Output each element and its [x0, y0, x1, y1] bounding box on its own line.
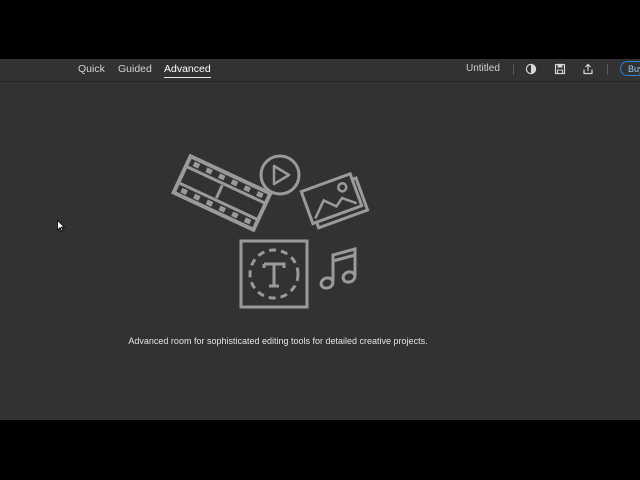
mouse-cursor-icon [57, 220, 65, 232]
document-title: Untitled [466, 63, 500, 74]
toolbar-separator [513, 64, 514, 75]
music-note-icon [319, 247, 357, 290]
buy-button[interactable]: Buy [620, 61, 640, 76]
app-window: Quick Guided Advanced Untitled Bu Advanc… [0, 59, 640, 420]
tab-advanced[interactable]: Advanced [164, 62, 211, 78]
film-strip-icon [171, 153, 273, 233]
screen: Quick Guided Advanced Untitled Bu Advanc… [0, 0, 640, 480]
text-icon [239, 239, 309, 309]
photos-icon [299, 171, 370, 230]
mode-icon[interactable] [524, 62, 538, 76]
top-toolbar: Quick Guided Advanced Untitled Bu [0, 59, 640, 82]
tab-guided[interactable]: Guided [118, 62, 152, 78]
play-icon [259, 154, 301, 196]
save-icon[interactable] [553, 62, 567, 76]
advanced-room-illustration [171, 153, 370, 309]
share-icon[interactable] [581, 62, 595, 76]
letterbox-bottom [0, 420, 640, 480]
tab-quick[interactable]: Quick [78, 62, 105, 78]
toolbar-separator [607, 64, 608, 75]
letterbox-top [0, 0, 640, 59]
room-description: Advanced room for sophisticated editing … [128, 336, 428, 346]
